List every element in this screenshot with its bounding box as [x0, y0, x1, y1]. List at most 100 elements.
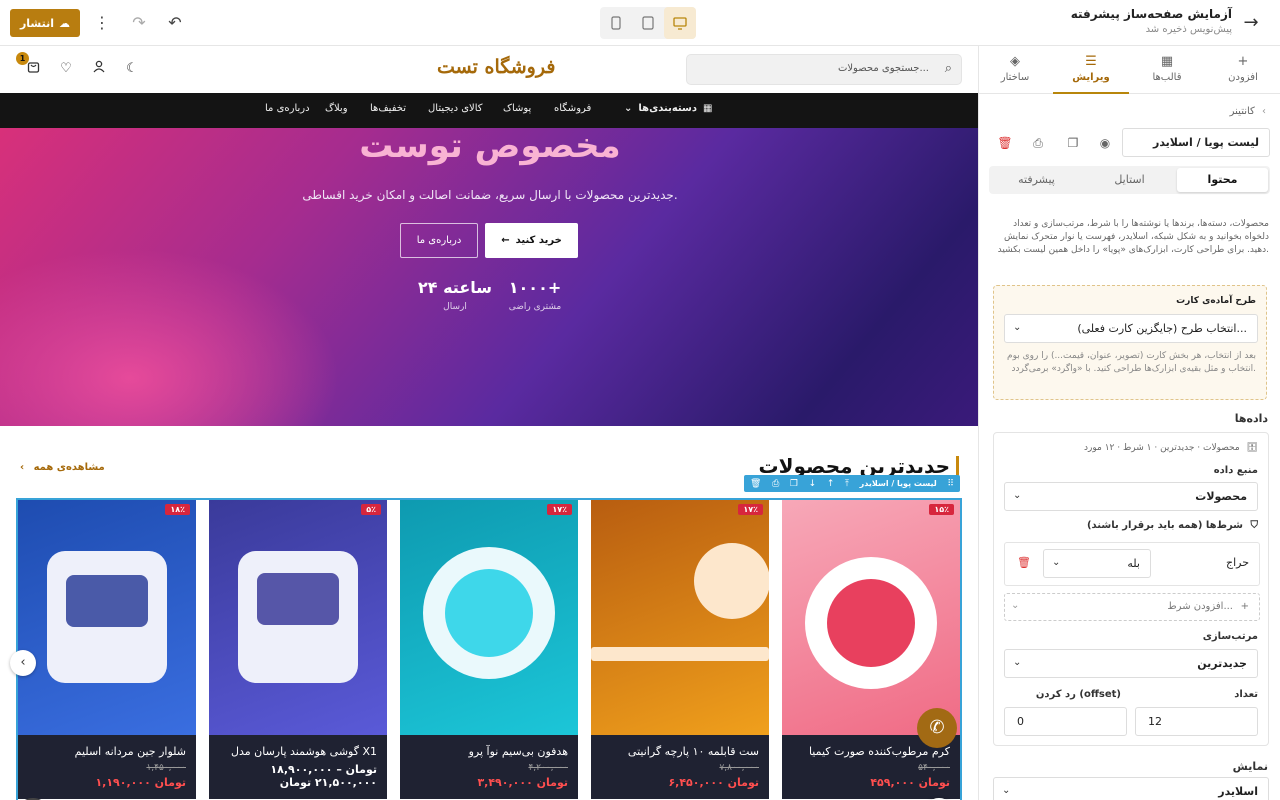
hero-buy-label: خرید کنید: [515, 235, 562, 246]
tab-advanced[interactable]: پیشرفته: [991, 168, 1082, 192]
database-icon: 🗄: [1246, 443, 1258, 453]
card-template-title: طرح آماده‌ی کارت: [1176, 296, 1256, 306]
more-icon[interactable]: ⋮: [88, 9, 116, 37]
element-toolbar-label: لیست پویا / اسلایدر: [859, 479, 937, 488]
delete-icon[interactable]: 🗑: [750, 479, 761, 489]
tab-label: افزودن: [1228, 72, 1258, 83]
nav-categories[interactable]: ⌄ دسته‌بندی‌ها ▦: [624, 103, 712, 114]
tab-style[interactable]: استایل: [1084, 168, 1175, 192]
mobile-icon[interactable]: [600, 7, 632, 39]
content-style-tabs: محتوا استایل پیشرفته: [989, 166, 1270, 194]
nav-item-discounts[interactable]: تخفیف‌ها: [370, 103, 406, 114]
chevron-down-icon: ⌄: [1011, 600, 1020, 611]
source-label: منبع داده: [1213, 465, 1258, 476]
store-logo[interactable]: فروشگاه تست: [437, 56, 555, 78]
nav-item-shop[interactable]: فروشگاه: [554, 103, 591, 114]
card-template-box: طرح آماده‌ی کارت انتخاب طرح (جایگزین کار…: [993, 285, 1267, 400]
user-icon[interactable]: [90, 60, 108, 78]
nav-item-about[interactable]: درباره‌ی ما: [265, 103, 310, 114]
tablet-icon[interactable]: [632, 7, 664, 39]
data-heading: داده‌ها: [1234, 412, 1268, 425]
save-status: پیش‌نویس ذخیره شد: [1145, 24, 1232, 35]
drag-handle-icon[interactable]: ⠿: [947, 479, 954, 489]
element-name-input[interactable]: لیست پویا / اسلایدر: [1122, 128, 1270, 157]
widget-description: محصولات، دسته‌ها، برندها یا نوشته‌ها را …: [997, 219, 1269, 255]
page-title: آزمایش صفحه‌ساز پیشرفته: [1070, 7, 1232, 21]
condition-value-select[interactable]: بله ⌄: [1043, 549, 1151, 578]
card-template-select[interactable]: انتخاب طرح (جایگزین کارت فعلی)... ⌄: [1004, 314, 1258, 343]
move-top-icon[interactable]: ⤒: [845, 479, 849, 489]
chevron-down-icon: ⌄: [1002, 785, 1011, 796]
data-summary: محصولات · جدیدترین · ۱ شرط · ۱۲ مورد 🗄: [1084, 443, 1258, 453]
panel-tabs: + افزودن ▦ قالب‌ها ☰ ویرایش ◈ ساختار: [979, 46, 1280, 94]
select-value: اسلایدر: [1218, 785, 1258, 798]
eye-icon[interactable]: ◉: [1097, 135, 1113, 151]
display-heading: نمایش: [1232, 760, 1268, 773]
move-down-icon[interactable]: ↓: [809, 479, 817, 489]
editor-canvas[interactable]: ⌕ جستجوی محصولات... فروشگاه تست ☾ ♡ 1 ⌄ …: [0, 46, 978, 800]
plus-icon: +: [1237, 54, 1249, 69]
condition-field[interactable]: حراج: [1226, 556, 1249, 569]
cart-count-badge: 1: [16, 52, 29, 65]
settings-panel: + افزودن ▦ قالب‌ها ☰ ویرایش ◈ ساختار کان…: [978, 46, 1280, 800]
store-header: ⌕ جستجوی محصولات... فروشگاه تست ☾ ♡ 1: [0, 46, 978, 93]
grid-icon: ▦: [702, 103, 713, 114]
save-template-icon[interactable]: ⎙: [772, 479, 779, 489]
tab-templates[interactable]: ▦ قالب‌ها: [1129, 46, 1205, 94]
undo-icon[interactable]: ↶: [161, 9, 189, 37]
tab-edit[interactable]: ☰ ویرایش: [1053, 46, 1129, 94]
whatsapp-icon[interactable]: ✆: [917, 708, 957, 748]
move-up-icon[interactable]: ↑: [827, 479, 835, 489]
add-condition-button[interactable]: + افزودن شرط... ⌄: [1004, 593, 1260, 621]
breadcrumb[interactable]: کانتینر ‹: [1230, 106, 1266, 117]
sort-select[interactable]: جدیدترین ⌄: [1004, 649, 1258, 678]
stat-label: ارسال: [443, 302, 467, 312]
device-switcher: [600, 7, 696, 39]
heart-icon[interactable]: ♡: [57, 60, 75, 78]
breadcrumb-label: کانتینر: [1229, 106, 1255, 117]
chevron-down-icon: ⌄: [624, 103, 633, 114]
hero-subtitle: جدیدترین محصولات با ارسال سریع، ضمانت اص…: [302, 188, 678, 202]
see-all-link[interactable]: ‹ مشاهده‌ی همه: [20, 462, 105, 473]
hero-about-button[interactable]: درباره‌ی ما: [400, 223, 478, 258]
moon-icon[interactable]: ☾: [123, 60, 141, 78]
duplicate-icon[interactable]: ❐: [1065, 135, 1081, 151]
bookmark-icon[interactable]: ⎙: [1030, 135, 1046, 151]
tab-content[interactable]: محتوا: [1177, 168, 1268, 192]
offset-input[interactable]: 0: [1004, 707, 1127, 736]
count-label: تعداد: [1234, 689, 1258, 700]
select-value: انتخاب طرح (جایگزین کارت فعلی)...: [1077, 322, 1247, 335]
slider-prev-button[interactable]: ‹: [10, 650, 36, 676]
search-placeholder: جستجوی محصولات...: [837, 63, 929, 74]
store-search-input[interactable]: ⌕ جستجوی محصولات...: [686, 54, 962, 85]
chevron-down-icon: ⌄: [1013, 490, 1022, 501]
delete-icon[interactable]: 🗑: [997, 135, 1013, 151]
count-input[interactable]: 12: [1135, 707, 1258, 736]
conditions-label-text: شرط‌ها (همه باید برقرار باشند): [1086, 520, 1244, 531]
selected-element-outline: [16, 498, 962, 800]
layers-icon: ◈: [1010, 54, 1020, 69]
tab-structure[interactable]: ◈ ساختار: [979, 46, 1053, 94]
monitor-icon[interactable]: [664, 7, 696, 39]
chevron-left-icon: ‹: [1262, 106, 1266, 117]
tab-label: ویرایش: [1072, 72, 1110, 83]
duplicate-icon[interactable]: ❐: [790, 479, 798, 489]
publish-button[interactable]: انتشار ☁: [10, 9, 80, 37]
display-select[interactable]: اسلایدر ⌄: [993, 777, 1269, 800]
redo-icon[interactable]: ↷: [125, 9, 153, 37]
delete-icon[interactable]: 🗑: [1017, 556, 1031, 569]
chevron-down-icon: ⌄: [1052, 557, 1061, 568]
store-nav: ⌄ دسته‌بندی‌ها ▦ فروشگاه پوشاک کالای دیج…: [0, 93, 978, 128]
source-select[interactable]: محصولات ⌄: [1004, 482, 1258, 511]
hero-buy-button[interactable]: ← خرید کنید: [485, 223, 578, 258]
hero-title: مخصوص توست: [359, 128, 621, 166]
tab-add[interactable]: + افزودن: [1205, 46, 1280, 94]
add-condition-label: افزودن شرط...: [1167, 601, 1233, 612]
nav-item-clothing[interactable]: پوشاک: [503, 103, 531, 114]
stat-value: ۱۰۰۰+: [508, 278, 562, 297]
tab-label: قالب‌ها: [1152, 72, 1182, 83]
nav-item-blog[interactable]: وبلاگ: [325, 103, 348, 114]
element-toolbar: 🗑 ⎙ ❐ ↓ ↑ ⤒ لیست پویا / اسلایدر ⠿: [744, 475, 960, 492]
arrow-right-icon[interactable]: →: [1238, 10, 1264, 36]
nav-item-digital[interactable]: کالای دیجیتال: [428, 103, 483, 114]
